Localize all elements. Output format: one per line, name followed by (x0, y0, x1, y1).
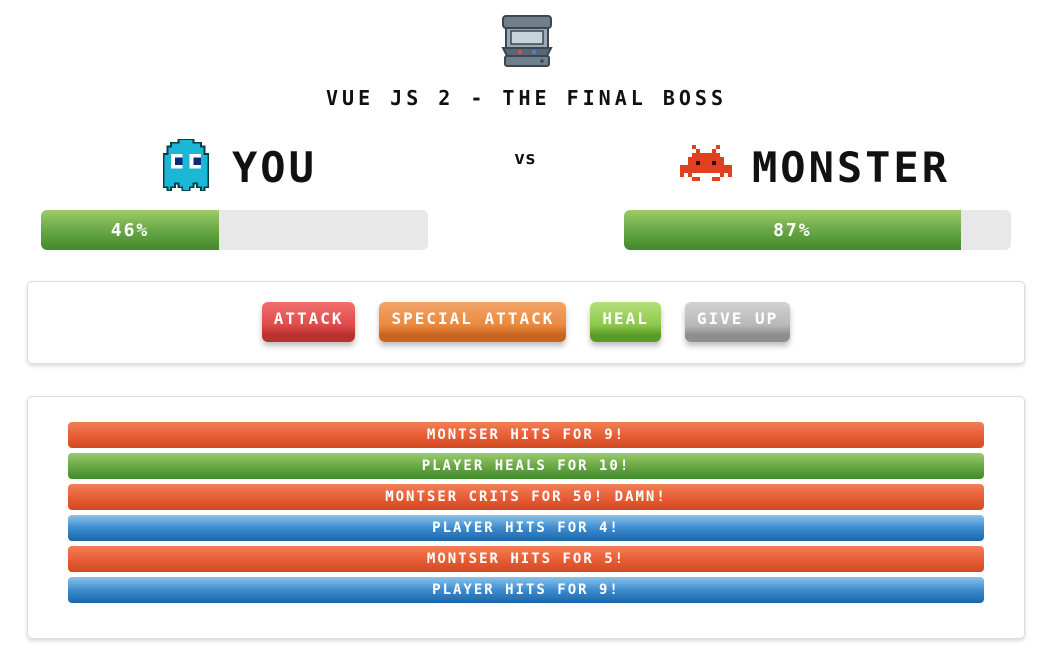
player-health-label: 46% (110, 219, 150, 241)
heal-button[interactable]: HEAL (590, 301, 661, 342)
log-entry: MONTSER CRITS FOR 50! DAMN! (68, 484, 984, 510)
player-health-fill: 46% (41, 210, 220, 250)
space-invader-icon (680, 145, 732, 189)
monster-health-label: 87% (773, 219, 812, 241)
arcade-cabinet-icon (500, 14, 554, 68)
controls-panel: ATTACK SPECIAL ATTACK HEAL GIVE UP (27, 281, 1025, 364)
monster-health-fill: 87% (624, 210, 961, 250)
monster-name: MONSTER (752, 142, 951, 192)
player-header: YOU (160, 138, 317, 195)
battle-log: MONTSER HITS FOR 9! PLAYER HEALS FOR 10!… (27, 396, 1025, 639)
monster-header: MONSTER (680, 140, 950, 194)
player-health-bar: 46% (41, 210, 428, 250)
give-up-button[interactable]: GIVE UP (684, 301, 791, 342)
log-entry: PLAYER HITS FOR 4! (68, 515, 984, 541)
log-entry: MONTSER HITS FOR 9! (68, 422, 984, 448)
attack-button[interactable]: ATTACK (261, 301, 356, 342)
game-header (0, 14, 1053, 72)
special-attack-button[interactable]: SPECIAL ATTACK (379, 301, 567, 342)
versus-label: vs (514, 148, 536, 169)
log-entry: PLAYER HITS FOR 9! (68, 577, 984, 603)
game-title: VUE JS 2 - THE FINAL BOSS (325, 86, 728, 110)
monster-health-bar: 87% (624, 210, 1011, 250)
log-entry: PLAYER HEALS FOR 10! (68, 453, 984, 479)
player-name: YOU (232, 142, 317, 192)
log-entry: MONTSER HITS FOR 5! (68, 546, 984, 572)
ghost-icon (160, 138, 212, 195)
